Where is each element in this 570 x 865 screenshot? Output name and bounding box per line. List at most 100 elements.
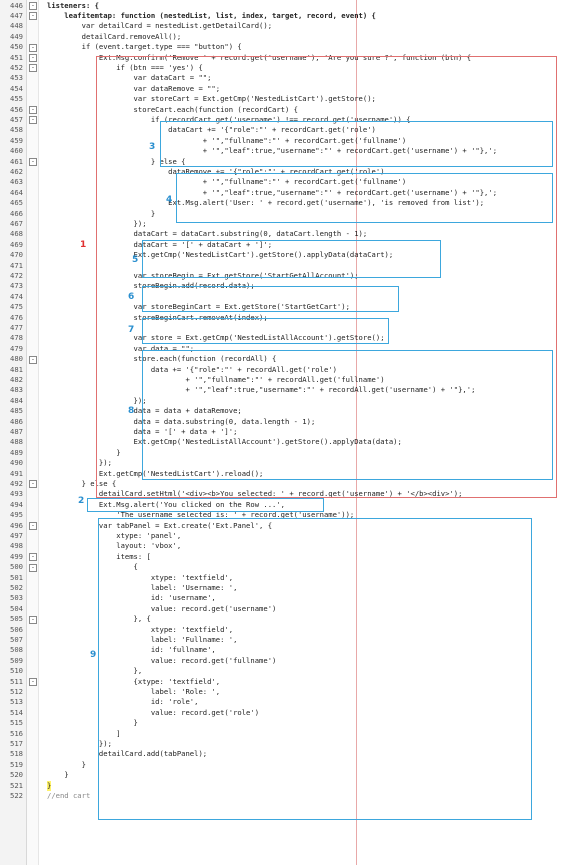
line-number: 516	[10, 728, 23, 738]
line-number: 495	[10, 510, 23, 520]
line-number: 454	[10, 83, 23, 93]
fold-toggle-icon[interactable]: -	[29, 522, 37, 530]
line-number: 470	[10, 250, 23, 260]
line-number: 519	[10, 759, 23, 769]
annotation-box-5	[142, 240, 441, 278]
annotation-label-3: 3	[149, 142, 156, 152]
line-number: 514	[10, 707, 23, 717]
line-number: 487	[10, 426, 23, 436]
annotation-label-5: 5	[132, 255, 139, 265]
code-line: }	[47, 770, 69, 780]
fold-toggle-icon[interactable]: -	[29, 480, 37, 489]
code-line: detailCard.removeAll();	[47, 31, 182, 41]
annotation-label-1: 1	[80, 240, 87, 250]
line-number: 459	[10, 135, 23, 145]
line-number: 466	[10, 208, 23, 218]
code-line: listeners: {	[47, 0, 99, 10]
line-number: 499	[10, 551, 23, 561]
line-number: 460	[10, 146, 23, 156]
fold-toggle-icon[interactable]: -	[29, 615, 37, 624]
line-number: 452	[10, 62, 23, 72]
line-number: 512	[10, 686, 23, 696]
fold-margin	[27, 0, 39, 865]
line-number: 491	[10, 468, 23, 478]
line-number: 494	[10, 499, 23, 509]
code-line: leafitemtap: function (nestedList, list,…	[47, 10, 376, 20]
line-number: 522	[10, 790, 23, 800]
line-number: 458	[10, 125, 23, 135]
line-number: 490	[10, 458, 23, 468]
line-number: 475	[10, 302, 23, 312]
annotation-label-2: 2	[78, 496, 85, 506]
line-number: 506	[10, 624, 23, 634]
annotation-label-6: 6	[128, 292, 135, 302]
line-number: 489	[10, 447, 23, 457]
code-editor: 446- listeners: {447- leafitemtap: functi…	[0, 0, 570, 865]
line-number: 518	[10, 749, 23, 759]
annotation-box-6	[142, 286, 399, 312]
fold-toggle-icon[interactable]: -	[29, 12, 37, 21]
line-number: 473	[10, 281, 23, 291]
code-line: }	[47, 780, 52, 791]
line-number: 517	[10, 738, 23, 748]
line-number: 486	[10, 416, 23, 426]
line-number: 455	[10, 94, 23, 104]
line-number: 492	[10, 478, 23, 488]
fold-toggle-icon[interactable]: -	[29, 64, 37, 73]
fold-toggle-icon[interactable]: -	[29, 553, 37, 562]
line-number: 485	[10, 406, 23, 416]
fold-toggle-icon[interactable]: -	[29, 563, 37, 572]
fold-toggle-icon[interactable]: -	[29, 355, 37, 364]
line-number: 451	[10, 52, 23, 62]
line-number: 508	[10, 645, 23, 655]
fold-toggle-icon[interactable]: -	[29, 678, 37, 686]
line-number: 463	[10, 177, 23, 187]
line-number: 497	[10, 530, 23, 540]
line-number: 453	[10, 73, 23, 83]
line-number: 482	[10, 374, 23, 384]
line-number: 515	[10, 718, 23, 728]
annotation-label-9: 9	[90, 650, 97, 660]
line-number: 478	[10, 333, 23, 343]
annotation-box-8	[142, 350, 553, 480]
fold-toggle-icon[interactable]: -	[29, 106, 37, 114]
line-number: 502	[10, 582, 23, 592]
line-number: 521	[10, 780, 23, 790]
line-number: 449	[10, 31, 23, 41]
fold-toggle-icon[interactable]: -	[29, 158, 37, 166]
line-number: 511	[10, 676, 23, 686]
line-number: 509	[10, 655, 23, 665]
fold-toggle-icon[interactable]: -	[29, 116, 37, 125]
line-number: 446	[10, 0, 23, 10]
annotation-label-7: 7	[128, 325, 135, 335]
fold-toggle-icon[interactable]: -	[29, 2, 37, 10]
line-number: 513	[10, 697, 23, 707]
line-number: 474	[10, 291, 23, 301]
line-number: 500	[10, 562, 23, 572]
annotation-box-9	[98, 518, 532, 820]
code-line: }	[47, 759, 86, 769]
line-number: 501	[10, 572, 23, 582]
line-number: 503	[10, 593, 23, 603]
line-number: 456	[10, 104, 23, 114]
line-number: 457	[10, 114, 23, 124]
line-number: 448	[10, 21, 23, 31]
code-line: if (event.target.type === "button") {	[47, 42, 242, 52]
line-number: 484	[10, 395, 23, 405]
annotation-box-2	[87, 498, 324, 512]
fold-toggle-icon[interactable]: -	[29, 43, 37, 52]
line-number: 507	[10, 634, 23, 644]
line-number: 498	[10, 541, 23, 551]
line-number: 493	[10, 489, 23, 499]
code-line: //end cart	[47, 790, 91, 800]
line-number: 510	[10, 666, 23, 676]
annotation-box-3	[160, 121, 553, 167]
line-number: 504	[10, 603, 23, 613]
line-number: 465	[10, 198, 23, 208]
fold-toggle-icon[interactable]: -	[29, 54, 37, 62]
line-number: 450	[10, 42, 23, 52]
line-number: 462	[10, 166, 23, 176]
line-number: 461	[10, 156, 23, 166]
line-number: 469	[10, 239, 23, 249]
line-number: 477	[10, 322, 23, 332]
